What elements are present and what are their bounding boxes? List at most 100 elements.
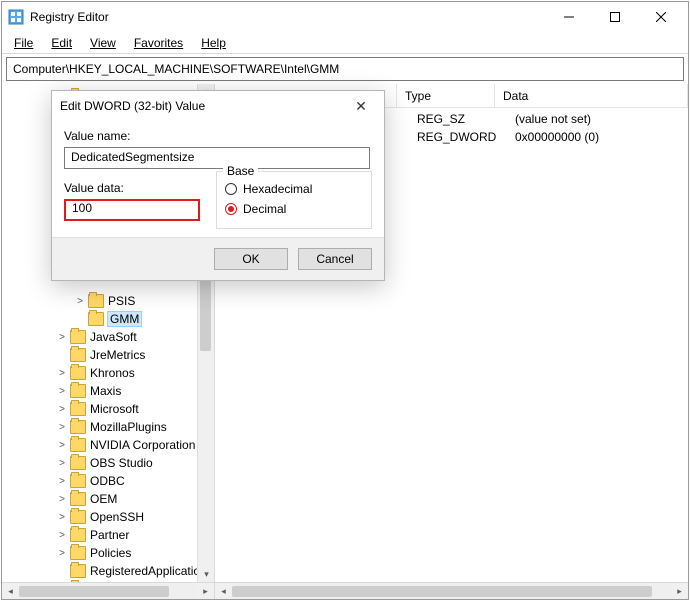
menu-help[interactable]: Help	[193, 34, 234, 52]
scroll-right-icon[interactable]: ▸	[197, 584, 214, 599]
tree-node[interactable]: > OpenSSH	[2, 508, 214, 526]
menu-edit[interactable]: Edit	[43, 34, 80, 52]
folder-icon	[70, 330, 86, 344]
base-legend: Base	[223, 164, 258, 178]
folder-icon	[70, 402, 86, 416]
tree-label: OEM	[90, 492, 117, 506]
address-bar[interactable]: Computer\HKEY_LOCAL_MACHINE\SOFTWARE\Int…	[6, 57, 684, 81]
column-type[interactable]: Type	[397, 84, 495, 107]
tree-label: MozillaPlugins	[90, 420, 167, 434]
cancel-button[interactable]: Cancel	[298, 248, 372, 270]
tree-label: JavaSoft	[90, 330, 137, 344]
expand-icon[interactable]: >	[56, 511, 68, 523]
tree-node[interactable]: > MozillaPlugins	[2, 418, 214, 436]
tree-label: OpenSSH	[90, 510, 144, 524]
tree-label: PSIS	[108, 294, 135, 308]
radio-icon	[225, 203, 237, 215]
tree-node[interactable]: >Policies	[2, 544, 214, 562]
tree-node[interactable]: JreMetrics	[2, 346, 214, 364]
tree-scrollbar-horizontal[interactable]: ◂ ▸	[2, 582, 215, 599]
radio-label: Decimal	[243, 202, 286, 216]
list-scrollbar-horizontal[interactable]: ◂ ▸	[215, 582, 688, 599]
edit-dword-dialog: Edit DWORD (32-bit) Value ✕ Value name: …	[51, 90, 385, 281]
expand-icon[interactable]: >	[56, 547, 68, 559]
tree-node[interactable]: > OBS Studio	[2, 454, 214, 472]
close-button[interactable]	[638, 3, 684, 31]
row-type: REG_DWORD	[413, 130, 511, 144]
maximize-button[interactable]	[592, 3, 638, 31]
tree-label: JreMetrics	[90, 348, 145, 362]
dialog-close-button[interactable]: ✕	[346, 91, 376, 121]
dialog-title: Edit DWORD (32-bit) Value	[60, 99, 346, 113]
value-name-input[interactable]: DedicatedSegmentsize	[64, 147, 370, 169]
folder-icon	[88, 294, 104, 308]
expand-icon[interactable]: >	[56, 367, 68, 379]
radio-decimal[interactable]: Decimal	[225, 200, 363, 218]
folder-icon	[70, 348, 86, 362]
tree-label: NVIDIA Corporation	[90, 438, 195, 452]
tree-label: OBS Studio	[90, 456, 153, 470]
value-data-input[interactable]: 100	[64, 199, 200, 221]
scrollbar-thumb[interactable]	[232, 586, 652, 597]
tree-node[interactable]: GMM	[2, 310, 214, 328]
folder-icon	[88, 312, 104, 326]
menu-file[interactable]: File	[6, 34, 41, 52]
minimize-button[interactable]	[546, 3, 592, 31]
radio-hexadecimal[interactable]: Hexadecimal	[225, 180, 363, 198]
expand-icon[interactable]	[74, 313, 86, 325]
tree-label: RegisteredApplications	[90, 564, 213, 578]
tree-node[interactable]: > NVIDIA Corporation	[2, 436, 214, 454]
folder-icon	[70, 384, 86, 398]
horizontal-scrollbars: ◂ ▸ ◂ ▸	[2, 582, 688, 599]
menu-view[interactable]: View	[82, 34, 124, 52]
folder-icon	[70, 474, 86, 488]
expand-icon[interactable]: >	[56, 493, 68, 505]
tree-node[interactable]: > JavaSoft	[2, 328, 214, 346]
expand-icon[interactable]: >	[56, 529, 68, 541]
titlebar[interactable]: Registry Editor	[2, 2, 688, 32]
tree-label: Khronos	[90, 366, 135, 380]
regedit-icon	[8, 9, 24, 25]
folder-icon	[70, 528, 86, 542]
tree-node[interactable]: > OEM	[2, 490, 214, 508]
dialog-buttons: OK Cancel	[52, 237, 384, 280]
scroll-left-icon[interactable]: ◂	[2, 584, 19, 599]
tree-node[interactable]: > Maxis	[2, 382, 214, 400]
folder-icon	[70, 420, 86, 434]
column-data[interactable]: Data	[495, 84, 688, 107]
address-text: Computer\HKEY_LOCAL_MACHINE\SOFTWARE\Int…	[13, 62, 339, 76]
dialog-titlebar[interactable]: Edit DWORD (32-bit) Value ✕	[52, 91, 384, 121]
expand-icon[interactable]: >	[56, 421, 68, 433]
folder-icon	[70, 366, 86, 380]
radio-icon	[225, 183, 237, 195]
tree-label: Partner	[90, 528, 129, 542]
value-name-label: Value name:	[64, 129, 372, 143]
tree-label: GMM	[108, 312, 141, 326]
scroll-down-icon[interactable]: ▾	[198, 567, 215, 582]
tree-node[interactable]: > Partner	[2, 526, 214, 544]
tree-node[interactable]: >ODBC	[2, 472, 214, 490]
tree-node[interactable]: > PSIS	[2, 292, 214, 310]
scroll-left-icon[interactable]: ◂	[215, 584, 232, 599]
row-data: 0x00000000 (0)	[511, 130, 603, 144]
menu-favorites[interactable]: Favorites	[126, 34, 191, 52]
tree-node[interactable]: RegisteredApplications	[2, 562, 214, 580]
expand-icon[interactable]: >	[56, 385, 68, 397]
scroll-right-icon[interactable]: ▸	[671, 584, 688, 599]
expand-icon[interactable]: >	[56, 475, 68, 487]
base-fieldset: Base Hexadecimal Decimal	[216, 171, 372, 229]
expand-icon[interactable]: >	[56, 403, 68, 415]
ok-button[interactable]: OK	[214, 248, 288, 270]
tree-label: Maxis	[90, 384, 121, 398]
expand-icon[interactable]: >	[56, 331, 68, 343]
scrollbar-thumb[interactable]	[19, 586, 169, 597]
expand-icon[interactable]: >	[56, 457, 68, 469]
expand-icon[interactable]	[56, 349, 68, 361]
tree-node[interactable]: > Khronos	[2, 364, 214, 382]
radio-label: Hexadecimal	[243, 182, 312, 196]
expand-icon[interactable]	[56, 565, 68, 577]
tree-node[interactable]: >Microsoft	[2, 400, 214, 418]
expand-icon[interactable]: >	[56, 439, 68, 451]
expand-icon[interactable]: >	[74, 295, 86, 307]
folder-icon	[70, 456, 86, 470]
